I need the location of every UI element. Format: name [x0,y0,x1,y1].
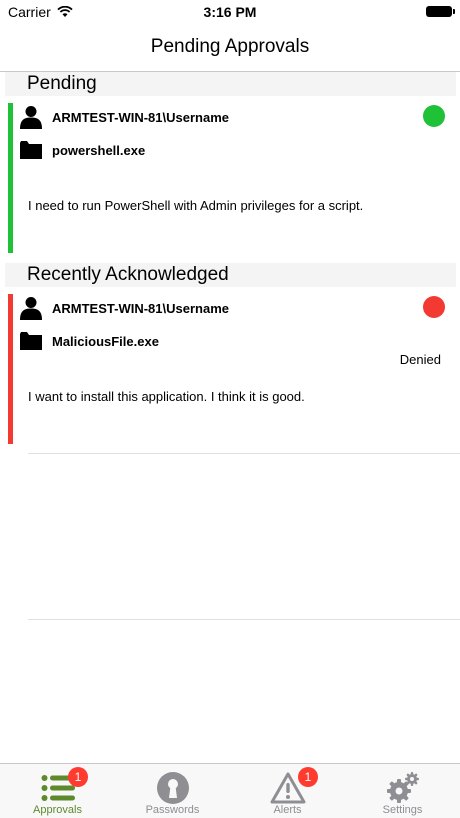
tab-label: Settings [382,804,423,816]
battery-icon [426,6,455,17]
status-bar-indicator [8,103,13,253]
username: ARMTEST-WIN-81\Username [52,300,229,316]
file-row: powershell.exe [20,141,145,159]
badge-count: 1 [298,767,318,787]
section-header-recently-acknowledged: Recently Acknowledged [5,263,456,287]
user-icon [20,106,42,129]
user-icon [20,297,42,320]
folder-icon [20,141,42,159]
file-name: powershell.exe [52,142,146,158]
status-indicator-green [423,105,445,127]
section-header-pending: Pending [5,72,456,96]
folder-icon [20,332,42,350]
divider [28,453,460,454]
username: ARMTEST-WIN-81\Username [52,109,229,125]
divider [28,619,460,620]
tab-label: Passwords [145,804,200,816]
status-indicator-red [423,296,445,318]
approval-request-pending[interactable]: ARMTEST-WIN-81\Username powershell.exe I… [8,103,458,253]
tab-label: Approvals [33,804,82,816]
approval-request-recent[interactable]: ARMTEST-WIN-81\Username MaliciousFile.ex… [8,294,458,444]
status-label: Denied [399,352,441,367]
page-title: Pending Approvals [150,36,310,57]
file-row: MaliciousFile.exe [20,332,159,350]
request-message: I need to run PowerShell with Admin priv… [28,198,364,213]
tab-label: Alerts [273,804,302,816]
status-bar-indicator [8,294,13,444]
tab-bar: Approvals 1 Passwords Alerts 1 Settings [0,763,460,818]
user-row: ARMTEST-WIN-81\Username [20,105,229,129]
tab-approvals[interactable]: Approvals 1 [0,764,115,818]
status-bar: Carrier 3:16 PM [0,0,460,24]
tab-passwords[interactable]: Passwords [115,764,230,818]
gears-icon [385,770,421,806]
navigation-bar: Pending Approvals [0,24,460,72]
tab-alerts[interactable]: Alerts 1 [230,764,345,818]
badge-count: 1 [68,767,88,787]
keyhole-icon [155,770,191,806]
request-message: I want to install this application. I th… [28,389,305,404]
user-row: ARMTEST-WIN-81\Username [20,296,229,320]
tab-settings[interactable]: Settings [345,764,460,818]
file-name: MaliciousFile.exe [52,333,159,349]
clock: 3:16 PM [203,4,257,20]
